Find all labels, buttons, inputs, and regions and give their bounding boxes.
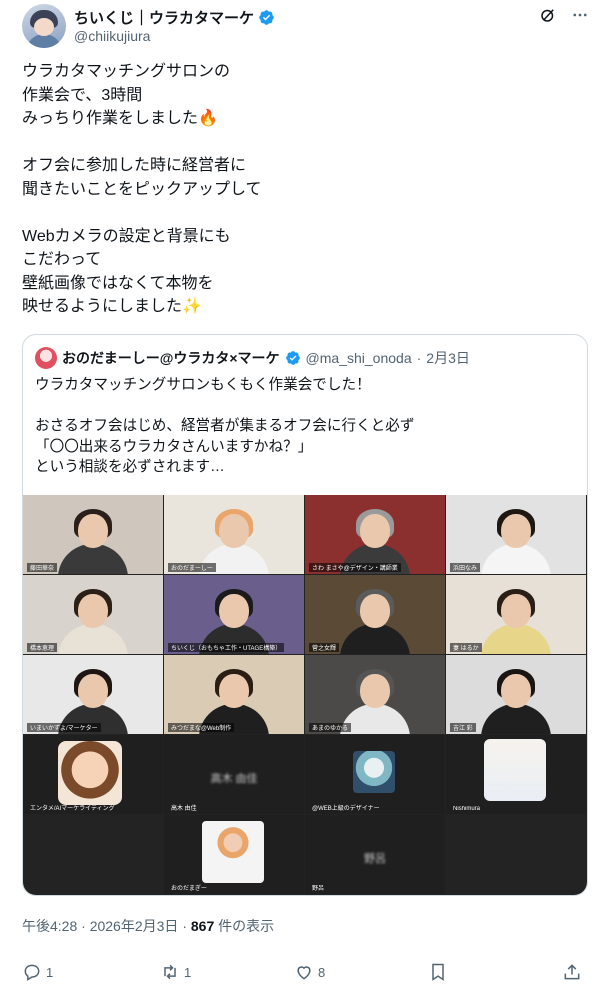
avatar-illustration <box>58 741 122 805</box>
participant-tile: あまのゆかる <box>305 655 445 734</box>
avatar-illustration <box>484 739 546 801</box>
author-avatar[interactable] <box>22 4 66 48</box>
view-count: 867 <box>190 918 215 934</box>
avatar-illustration <box>353 751 395 793</box>
participant-tile: いまいかずよ/マーケター <box>23 655 163 734</box>
reply-button[interactable]: 1 <box>22 962 53 982</box>
participant-name: 菅之女輝 <box>309 643 340 652</box>
participant-tile: Nishimura <box>446 735 586 814</box>
participant-name: @WEB上級のデザイナー <box>312 806 380 812</box>
quoted-author-name: おのだまーしー@ウラカタ×マーケ <box>62 350 280 366</box>
participant-tile: 浜田なみ <box>446 495 586 574</box>
participant-name: エンタメ/AIマーケライティング <box>30 806 115 812</box>
participant-tile: 妻 はるか <box>446 575 586 654</box>
participant-tile: 高木 由佳 高木 由佳 <box>164 735 304 814</box>
participant-tile: おのだまぎー <box>164 815 304 894</box>
participant-tile: 橋本恵理 <box>23 575 163 654</box>
retweet-count: 1 <box>184 964 192 980</box>
participant-face <box>219 513 249 548</box>
participant-tile: おのだまーしー <box>164 495 304 574</box>
meta-separator: · <box>182 918 187 934</box>
participant-name: あまのゆかる <box>309 723 352 732</box>
bookmark-icon <box>432 963 444 981</box>
quoted-tweet-header: おのだまーしー@ウラカタ×マーケ @ma_shi_onoda · 2月3日 <box>35 347 470 369</box>
tweet-actions: 1 1 8 <box>22 962 582 990</box>
participant-name: 野呂 <box>312 886 325 892</box>
participant-name: 吉江 彩 <box>450 723 476 732</box>
verified-badge-icon <box>259 10 274 25</box>
participant-name: 橋本恵理 <box>27 643 58 652</box>
participant-name: 藤田華奈 <box>27 563 58 572</box>
author-display-name[interactable]: ちいくじ｜ウラカタマーケ <box>74 7 254 28</box>
participant-name: おのだまぎー <box>171 886 207 892</box>
post-date[interactable]: 2026年2月3日 <box>90 918 179 934</box>
like-button[interactable]: 8 <box>294 962 325 982</box>
participant-tile: @WEB上級のデザイナー <box>305 735 445 814</box>
participant-name: 妻 はるか <box>450 643 482 652</box>
participant-face <box>78 673 108 708</box>
participant-face <box>501 593 531 628</box>
participant-tile: さわ まさや@デザイン・講師業 <box>305 495 445 574</box>
participant-name: Nishimura <box>453 806 481 812</box>
participant-face <box>360 513 390 548</box>
quoted-author-avatar <box>35 347 57 369</box>
participant-face <box>219 593 249 628</box>
bookmark-button[interactable] <box>428 962 448 982</box>
zoom-screenshot-image[interactable]: 藤田華奈 おのだまーしー さわ まさや@デザイン・講師業 浜田なみ橋本恵理 ちいくじ（お… <box>23 495 587 895</box>
view-count-label: 件の表示 <box>214 918 275 934</box>
participant-face <box>360 593 390 628</box>
header-actions <box>538 6 590 29</box>
participant-tile: 野呂 野呂 <box>305 815 445 894</box>
participant-tile: 吉江 彩 <box>446 655 586 734</box>
participant-tile: 菅之女輝 <box>305 575 445 654</box>
blurred-participant-name: 高木 由佳 <box>210 772 258 785</box>
tweet-text: ウラカタマッチングサロンの 作業会で、3時間 みっちり作業をしました🔥 オフ会に… <box>22 63 262 315</box>
participant-tile: ちいくじ（おもちゃ工作・UTAGE構築） <box>164 575 304 654</box>
participant-photo <box>202 821 264 883</box>
verified-badge-icon <box>285 351 300 365</box>
participant-name: いまいかずよ/マーケター <box>27 723 101 732</box>
author-name-row[interactable]: ちいくじ｜ウラカタマーケ <box>74 7 275 28</box>
quoted-date: 2月3日 <box>426 350 470 366</box>
share-button[interactable] <box>562 962 582 982</box>
participant-face <box>78 513 108 548</box>
quoted-tweet-text: ウラカタマッチングサロンもくもく作業会でした！ おさるオフ会はじめ、経営者が集ま… <box>35 377 415 475</box>
participant-tile: 藤田華奈 <box>23 495 163 574</box>
blurred-participant-name: 野呂 <box>364 852 386 865</box>
heart-icon <box>297 966 311 980</box>
quoted-tweet[interactable]: おのだまーしー@ウラカタ×マーケ @ma_shi_onoda · 2月3日 ウラ… <box>22 334 588 896</box>
participant-name: 浜田なみ <box>450 563 481 572</box>
post-time[interactable]: 午後4:28 <box>22 918 77 934</box>
participant-face <box>78 593 108 628</box>
participant-face <box>219 673 249 708</box>
retweet-icon <box>164 964 176 980</box>
participant-tile: みつだまな@Web制作 <box>164 655 304 734</box>
reply-count: 1 <box>46 964 54 980</box>
participant-face <box>360 673 390 708</box>
like-count: 8 <box>318 964 326 980</box>
meta-separator: · <box>81 918 86 934</box>
tweet-meta: 午後4:28 · 2026年2月3日 · 867 件の表示 <box>22 916 274 936</box>
tweet-header: ちいくじ｜ウラカタマーケ @chiikujiura <box>22 4 590 48</box>
participant-face <box>501 673 531 708</box>
participant-face <box>501 513 531 548</box>
quoted-separator: · <box>416 350 422 366</box>
participant-name: おのだまーしー <box>168 563 216 572</box>
author-handle[interactable]: @chiikujiura <box>74 28 150 44</box>
grok-icon[interactable] <box>538 6 558 29</box>
participant-name: 高木 由佳 <box>171 806 197 812</box>
reply-icon <box>24 964 40 981</box>
participant-name: みつだまな@Web制作 <box>168 723 235 732</box>
more-icon[interactable] <box>570 6 590 29</box>
retweet-button[interactable]: 1 <box>160 962 191 982</box>
participant-tile: エンタメ/AIマーケライティング <box>23 735 163 814</box>
share-icon <box>564 964 580 980</box>
participant-name: さわ まさや@デザイン・講師業 <box>309 563 401 572</box>
quoted-author-handle: @ma_shi_onoda <box>305 350 412 366</box>
participant-name: ちいくじ（おもちゃ工作・UTAGE構築） <box>168 643 285 652</box>
